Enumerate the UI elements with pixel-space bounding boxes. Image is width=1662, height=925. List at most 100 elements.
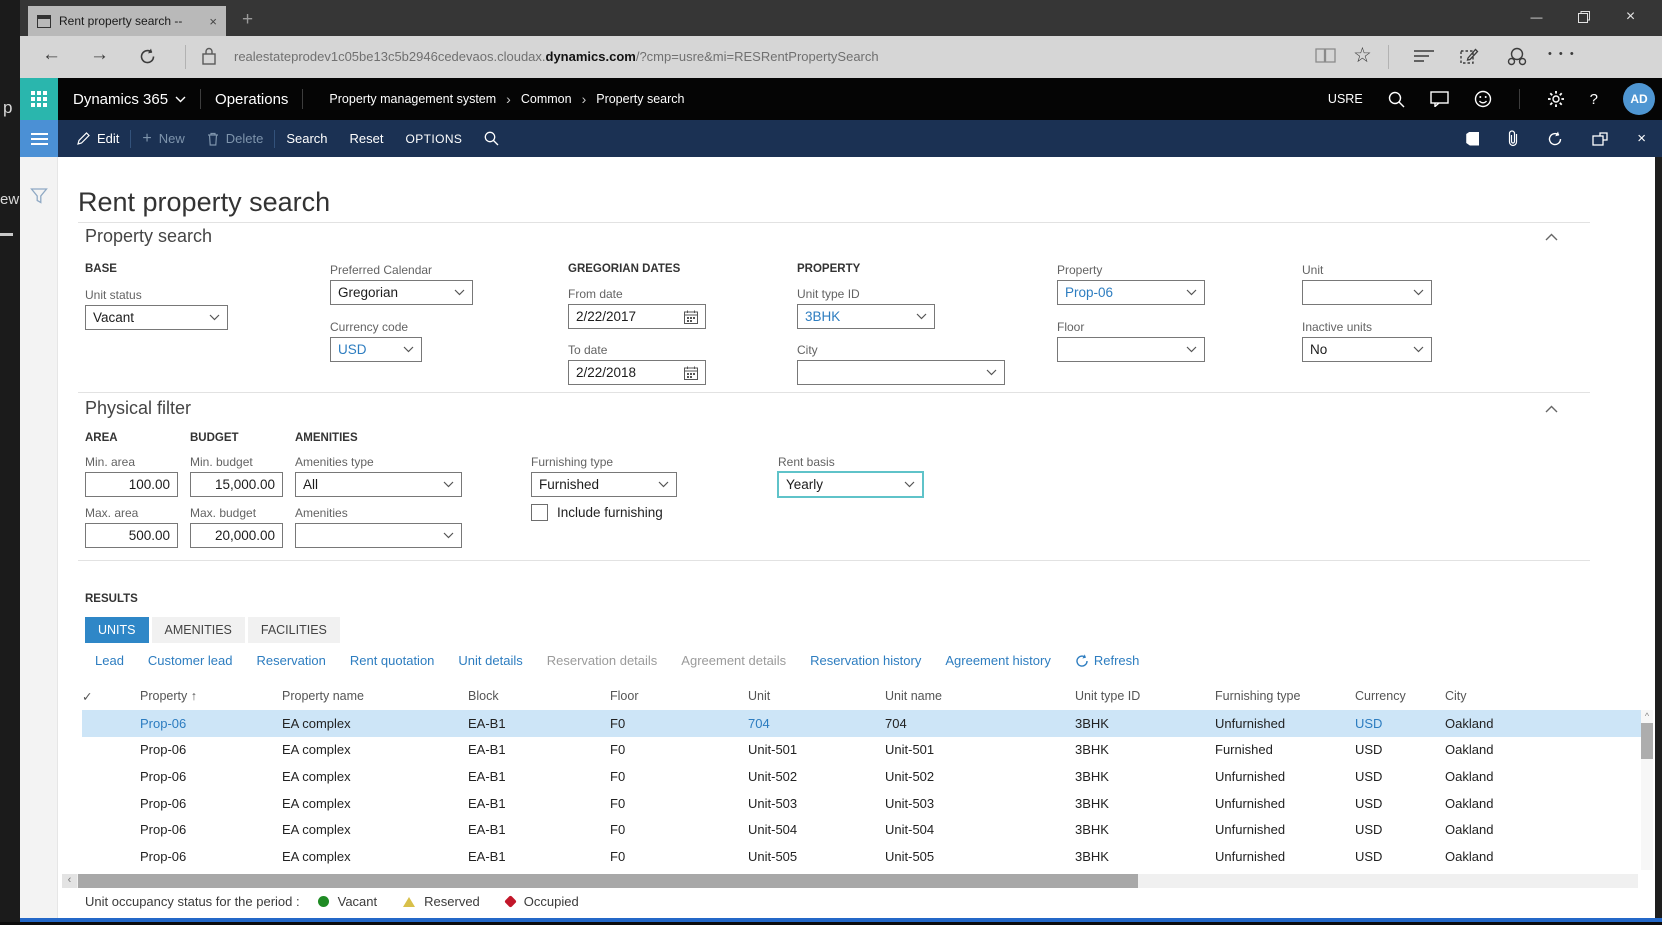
edit-button[interactable]: Edit (66, 131, 130, 146)
hamburger-menu-button[interactable] (20, 120, 58, 157)
agreement-details-link[interactable]: Agreement details (681, 653, 786, 668)
find-icon[interactable] (473, 131, 510, 146)
share-icon[interactable] (1507, 47, 1527, 66)
collapse-chevron-icon[interactable] (1545, 233, 1558, 241)
hub-icon[interactable] (1414, 50, 1434, 62)
rent-basis-dropdown[interactable]: Yearly (778, 472, 923, 497)
currency-code-dropdown[interactable]: USD (330, 337, 422, 362)
close-page-icon[interactable]: × (1637, 130, 1646, 147)
product-name[interactable]: Operations (215, 91, 288, 108)
rent-quotation-link[interactable]: Rent quotation (350, 653, 435, 668)
column-header-unit[interactable]: Unit (748, 689, 885, 703)
floor-dropdown[interactable] (1057, 337, 1205, 362)
reset-button[interactable]: Reset (339, 131, 395, 146)
property-dropdown[interactable]: Prop-06 (1057, 280, 1205, 305)
tab-close-icon[interactable]: × (209, 14, 217, 29)
settings-gear-icon[interactable] (1547, 90, 1565, 108)
column-header-floor[interactable]: Floor (610, 689, 748, 703)
tab-units[interactable]: UNITS (85, 617, 149, 643)
filter-funnel-icon[interactable] (30, 187, 48, 205)
vertical-scrollbar[interactable]: ^ (1641, 710, 1653, 870)
max-area-input[interactable]: 500.00 (85, 523, 178, 548)
forward-icon[interactable]: → (90, 44, 109, 66)
horizontal-scrollbar[interactable]: ‹ (62, 874, 1638, 888)
include-furnishing-checkbox[interactable] (531, 504, 548, 521)
amenities-type-dropdown[interactable]: All (295, 472, 462, 497)
company-selector[interactable]: USRE (1328, 92, 1363, 106)
column-header-currency[interactable]: Currency (1355, 689, 1445, 703)
delete-button[interactable]: Delete (196, 131, 275, 146)
table-row[interactable]: Prop-06 EA complex EA-B1 F0 704 704 3BHK… (82, 710, 1652, 737)
window-restore-button[interactable] (1560, 0, 1607, 33)
unit-type-id-dropdown[interactable]: 3BHK (797, 304, 935, 329)
from-date-input[interactable]: 2/22/2017 (568, 304, 706, 329)
column-header-unit-name[interactable]: Unit name (885, 689, 1075, 703)
reservation-link[interactable]: Reservation (256, 653, 325, 668)
refresh-icon[interactable] (1547, 131, 1563, 147)
unit-status-dropdown[interactable]: Vacant (85, 305, 228, 330)
search-command-button[interactable]: Search (275, 131, 338, 146)
amenities-dropdown[interactable] (295, 523, 462, 548)
breadcrumb-item[interactable]: Property management system (329, 92, 496, 106)
calendar-icon[interactable] (684, 310, 698, 324)
window-close-button[interactable]: × (1607, 0, 1654, 33)
column-header-block[interactable]: Block (468, 689, 610, 703)
web-note-icon[interactable] (1460, 47, 1479, 66)
table-row[interactable]: Prop-06 EA complex EA-B1 F0 Unit-503 Uni… (82, 790, 1652, 817)
more-actions-icon[interactable]: • • • (1548, 48, 1576, 60)
inactive-units-dropdown[interactable]: No (1302, 337, 1432, 362)
url-text[interactable]: realestateprodev1c05be13c5b2946cedevaos.… (234, 49, 879, 64)
table-row[interactable]: Prop-06 EA complex EA-B1 F0 Unit-504 Uni… (82, 816, 1652, 843)
cell-currency[interactable]: USD (1355, 716, 1445, 731)
tab-amenities[interactable]: AMENITIES (152, 617, 245, 643)
min-area-input[interactable]: 100.00 (85, 472, 178, 497)
scroll-left-icon[interactable]: ‹ (62, 874, 77, 888)
help-icon[interactable]: ? (1590, 91, 1598, 108)
city-dropdown[interactable] (797, 360, 1005, 385)
to-date-input[interactable]: 2/22/2018 (568, 360, 706, 385)
max-budget-input[interactable]: 20,000.00 (190, 523, 283, 548)
breadcrumb-item[interactable]: Property search (596, 92, 684, 106)
tab-facilities[interactable]: FACILITIES (248, 617, 340, 643)
new-button[interactable]: + New (131, 130, 195, 148)
column-header-property-name[interactable]: Property name (282, 689, 468, 703)
feedback-icon[interactable] (1430, 91, 1449, 107)
furnishing-type-dropdown[interactable]: Furnished (531, 472, 677, 497)
collapse-chevron-icon[interactable] (1545, 405, 1558, 413)
office-icon[interactable] (1466, 132, 1479, 146)
unit-details-link[interactable]: Unit details (458, 653, 522, 668)
lead-link[interactable]: Lead (95, 653, 124, 668)
column-header-furnishing-type[interactable]: Furnishing type (1215, 689, 1355, 703)
preferred-calendar-dropdown[interactable]: Gregorian (330, 280, 473, 305)
cell-unit[interactable]: 704 (748, 716, 885, 731)
reservation-history-link[interactable]: Reservation history (810, 653, 921, 668)
waffle-menu-button[interactable] (20, 78, 58, 120)
customer-lead-link[interactable]: Customer lead (148, 653, 233, 668)
min-budget-input[interactable]: 15,000.00 (190, 472, 283, 497)
reading-view-icon[interactable] (1315, 47, 1336, 64)
new-tab-button[interactable]: + (242, 6, 253, 34)
vertical-scrollbar-thumb[interactable] (1641, 723, 1653, 759)
search-icon[interactable] (1388, 91, 1405, 108)
window-minimize-button[interactable]: — (1513, 0, 1560, 33)
unit-dropdown[interactable] (1302, 280, 1432, 305)
options-menu[interactable]: OPTIONS (395, 132, 474, 146)
brand-menu[interactable]: Dynamics 365 (73, 91, 186, 108)
attach-paperclip-icon[interactable] (1508, 130, 1518, 147)
scroll-up-icon[interactable]: ^ (1641, 710, 1653, 723)
cell-property[interactable]: Prop-06 (140, 716, 282, 731)
calendar-icon[interactable] (684, 366, 698, 380)
table-row[interactable]: Prop-06 EA complex EA-B1 F0 Unit-505 Uni… (82, 843, 1652, 870)
smiley-icon[interactable] (1474, 90, 1492, 108)
column-header-unit-type-id[interactable]: Unit type ID (1075, 689, 1215, 703)
reservation-details-link[interactable]: Reservation details (547, 653, 658, 668)
agreement-history-link[interactable]: Agreement history (945, 653, 1051, 668)
select-all-check-icon[interactable]: ✓ (82, 689, 112, 704)
avatar[interactable]: AD (1623, 83, 1655, 115)
favorites-star-icon[interactable]: ☆ (1353, 43, 1372, 68)
horizontal-scrollbar-thumb[interactable] (78, 874, 1138, 888)
column-header-city[interactable]: City (1445, 689, 1652, 703)
column-header-property[interactable]: Property ↑ (140, 689, 282, 703)
breadcrumb-item[interactable]: Common (521, 92, 572, 106)
browser-tab[interactable]: Rent property search -- × (28, 6, 226, 36)
